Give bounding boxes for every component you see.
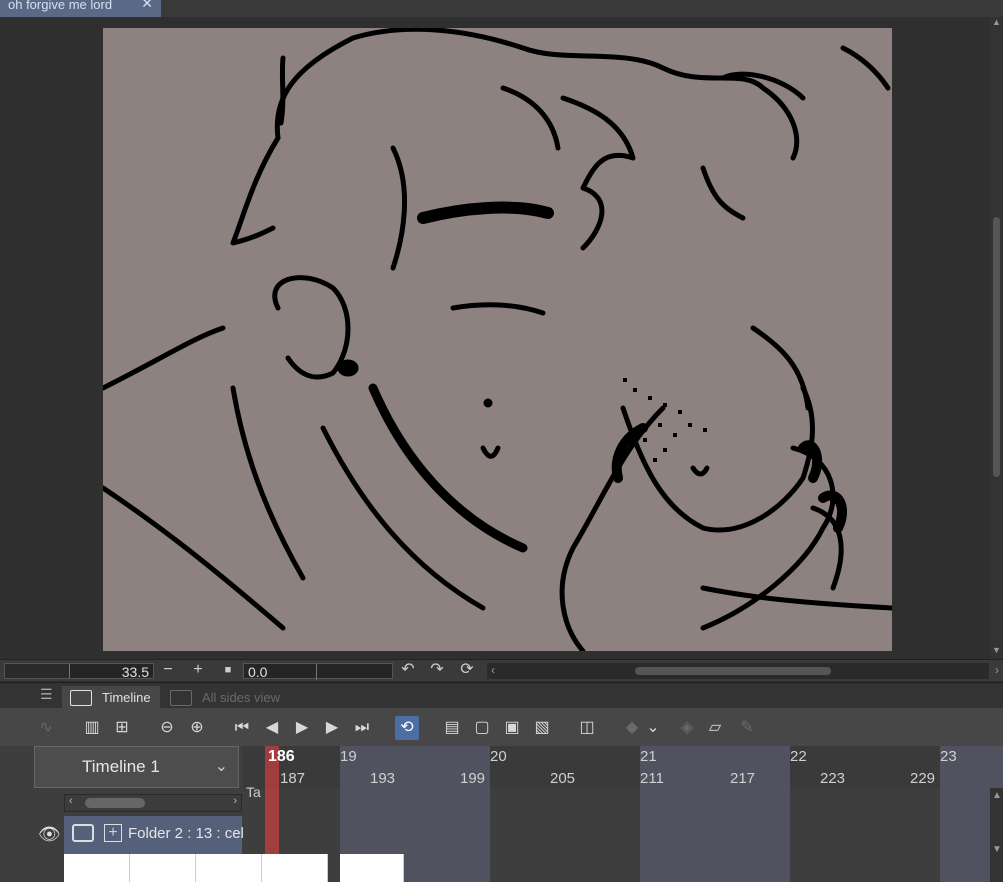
frame-label: 223 (820, 770, 846, 787)
cel-thumbnail[interactable] (130, 854, 196, 882)
timeline-vertical-scrollbar[interactable]: ▲ ▼ (990, 788, 1003, 882)
first-frame-icon[interactable]: ⏮ (230, 716, 254, 740)
line-art-illustration (103, 28, 892, 651)
cel-thumbnail[interactable] (64, 854, 130, 882)
frame-ruler[interactable]: 186 187 19 20 21 22 23 193 199 205 211 2… (243, 746, 1003, 882)
loop-icon[interactable]: ⟲ (395, 716, 419, 740)
onion-skin-icon[interactable]: ◫ (575, 716, 599, 740)
reset-rotation-icon[interactable]: ⟳ (457, 661, 477, 679)
tab-all-sides-view[interactable]: All sides view (162, 686, 294, 709)
scroll-down-icon[interactable]: ▼ (990, 645, 1003, 659)
second-label: 19 (340, 748, 357, 765)
zoom-slider-fill (5, 664, 70, 678)
frame-label: 217 (730, 770, 756, 787)
animation-folder-icon (72, 824, 94, 842)
track-label: Ta (246, 784, 261, 800)
rotate-right-icon[interactable]: ↷ (427, 661, 447, 679)
scroll-right-icon[interactable]: › (995, 663, 999, 677)
tab-all-sides-label: All sides view (202, 690, 281, 705)
timeline-name: Timeline 1 (82, 757, 160, 776)
scroll-right-icon[interactable]: › (233, 795, 237, 807)
layer-horizontal-scrollbar[interactable]: ‹ › (64, 794, 242, 812)
erase-icon[interactable]: ▱ (703, 716, 727, 740)
cel-thumbnails (64, 854, 404, 882)
tab-timeline[interactable]: Timeline (62, 686, 160, 709)
edit-icon[interactable]: ✎ (735, 716, 759, 740)
scroll-left-icon[interactable]: ‹ (491, 663, 495, 677)
specify-cel-icon[interactable]: ▣ (500, 716, 524, 740)
cel-thumbnail[interactable] (340, 854, 404, 882)
zoom-in-icon[interactable]: ⊕ (185, 716, 209, 740)
eye-icon[interactable]: 👁 (38, 824, 61, 845)
timeline-area: Timeline 1 ⌄ 186 187 19 20 21 22 23 193 … (0, 746, 1003, 882)
last-frame-icon[interactable]: ⏭ (350, 716, 374, 740)
rotation-field[interactable]: 0.0 (243, 663, 393, 680)
zoom-out-button[interactable]: − (158, 661, 178, 679)
document-tab-bar: oh forgive me lord ✕ (0, 0, 1003, 17)
graph-icon[interactable]: ∿ (34, 716, 58, 740)
frame-label: 199 (460, 770, 486, 787)
canvas-horizontal-scrollbar[interactable]: ‹ › (487, 663, 999, 679)
keyframe-icon[interactable]: ◆ (620, 716, 644, 740)
clear-keyframe-icon[interactable]: ◈ (675, 716, 699, 740)
cel-thumbnail[interactable] (196, 854, 262, 882)
document-tab-title: oh forgive me lord (8, 0, 113, 12)
layer-row-folder-2[interactable]: 👁 + Folder 2 : 13 : cel (38, 816, 244, 854)
scroll-up-icon[interactable]: ▲ (992, 790, 1002, 801)
scroll-left-icon[interactable]: ‹ (69, 795, 73, 807)
close-icon[interactable]: ✕ (141, 0, 153, 10)
scroll-thumb[interactable] (993, 217, 1000, 477)
frame-label: 193 (370, 770, 396, 787)
zoom-out-icon[interactable]: ⊖ (155, 716, 179, 740)
new-cel-icon[interactable]: ▢ (470, 716, 494, 740)
zoom-in-button[interactable]: + (188, 661, 208, 679)
second-label: 20 (490, 748, 507, 765)
play-icon[interactable]: ▶ (290, 716, 314, 740)
status-bar: 33.5 − + ■ 0.0 ↶ ↷ ⟳ ‹ › (0, 659, 1003, 681)
scroll-up-icon[interactable]: ▲ (990, 17, 1003, 31)
scroll-thumb[interactable] (85, 798, 145, 808)
frame-label: 187 (280, 770, 306, 787)
second-label: 21 (640, 748, 657, 765)
second-block (640, 746, 790, 882)
cel-thumbnail[interactable] (262, 854, 328, 882)
prev-frame-icon[interactable]: ◀ (260, 716, 284, 740)
keyframe-menu-icon[interactable]: ⌄ (645, 716, 661, 740)
second-label: 23 (940, 748, 957, 765)
zoom-value[interactable]: 33.5 (122, 664, 149, 680)
second-label: 22 (790, 748, 807, 765)
timeline-selector[interactable]: Timeline 1 ⌄ (34, 746, 239, 788)
current-frame: 186 (268, 748, 295, 765)
rotation-value[interactable]: 0.0 (248, 664, 267, 680)
canvas-vertical-scrollbar[interactable]: ▲ ▼ (990, 17, 1003, 659)
frame-label: 205 (550, 770, 576, 787)
rotation-slider-divider (316, 664, 317, 680)
next-frame-icon[interactable]: ▶ (320, 716, 344, 740)
panel-menu-icon[interactable]: ☰ (40, 686, 53, 703)
frame-label: 229 (910, 770, 936, 787)
new-animation-folder-icon[interactable]: ▤ (440, 716, 464, 740)
scroll-thumb[interactable] (635, 667, 831, 675)
panel-tab-bar: ☰ Timeline All sides view (0, 682, 1003, 709)
add-cell-icon[interactable]: ⊞ (110, 716, 134, 740)
chevron-down-icon[interactable]: ⌄ (215, 747, 228, 787)
canvas-drawing[interactable] (103, 28, 892, 651)
new-timeline-icon[interactable]: ▥ (80, 716, 104, 740)
frame-label: 211 (640, 770, 664, 787)
timeline-toolbar: ∿ ▥ ⊞ ⊖ ⊕ ⏮ ◀ ▶ ▶ ⏭ ⟲ ▤ ▢ ▣ ▧ ◫ ◆ ⌄ ◈ ▱ … (0, 708, 1003, 746)
document-tab[interactable]: oh forgive me lord ✕ (0, 0, 161, 17)
timeline-icon (70, 690, 92, 706)
canvas-viewport[interactable] (0, 17, 990, 659)
delete-cel-icon[interactable]: ▧ (530, 716, 554, 740)
rotate-left-icon[interactable]: ↶ (398, 661, 418, 679)
expand-icon[interactable]: + (104, 824, 122, 842)
scroll-down-icon[interactable]: ▼ (992, 844, 1002, 855)
camera-icon (170, 690, 192, 706)
layer-name: Folder 2 : 13 : cel (128, 825, 244, 842)
zoom-slider[interactable]: 33.5 (4, 663, 154, 680)
fit-view-button[interactable]: ■ (218, 661, 238, 679)
tab-timeline-label: Timeline (102, 690, 151, 705)
